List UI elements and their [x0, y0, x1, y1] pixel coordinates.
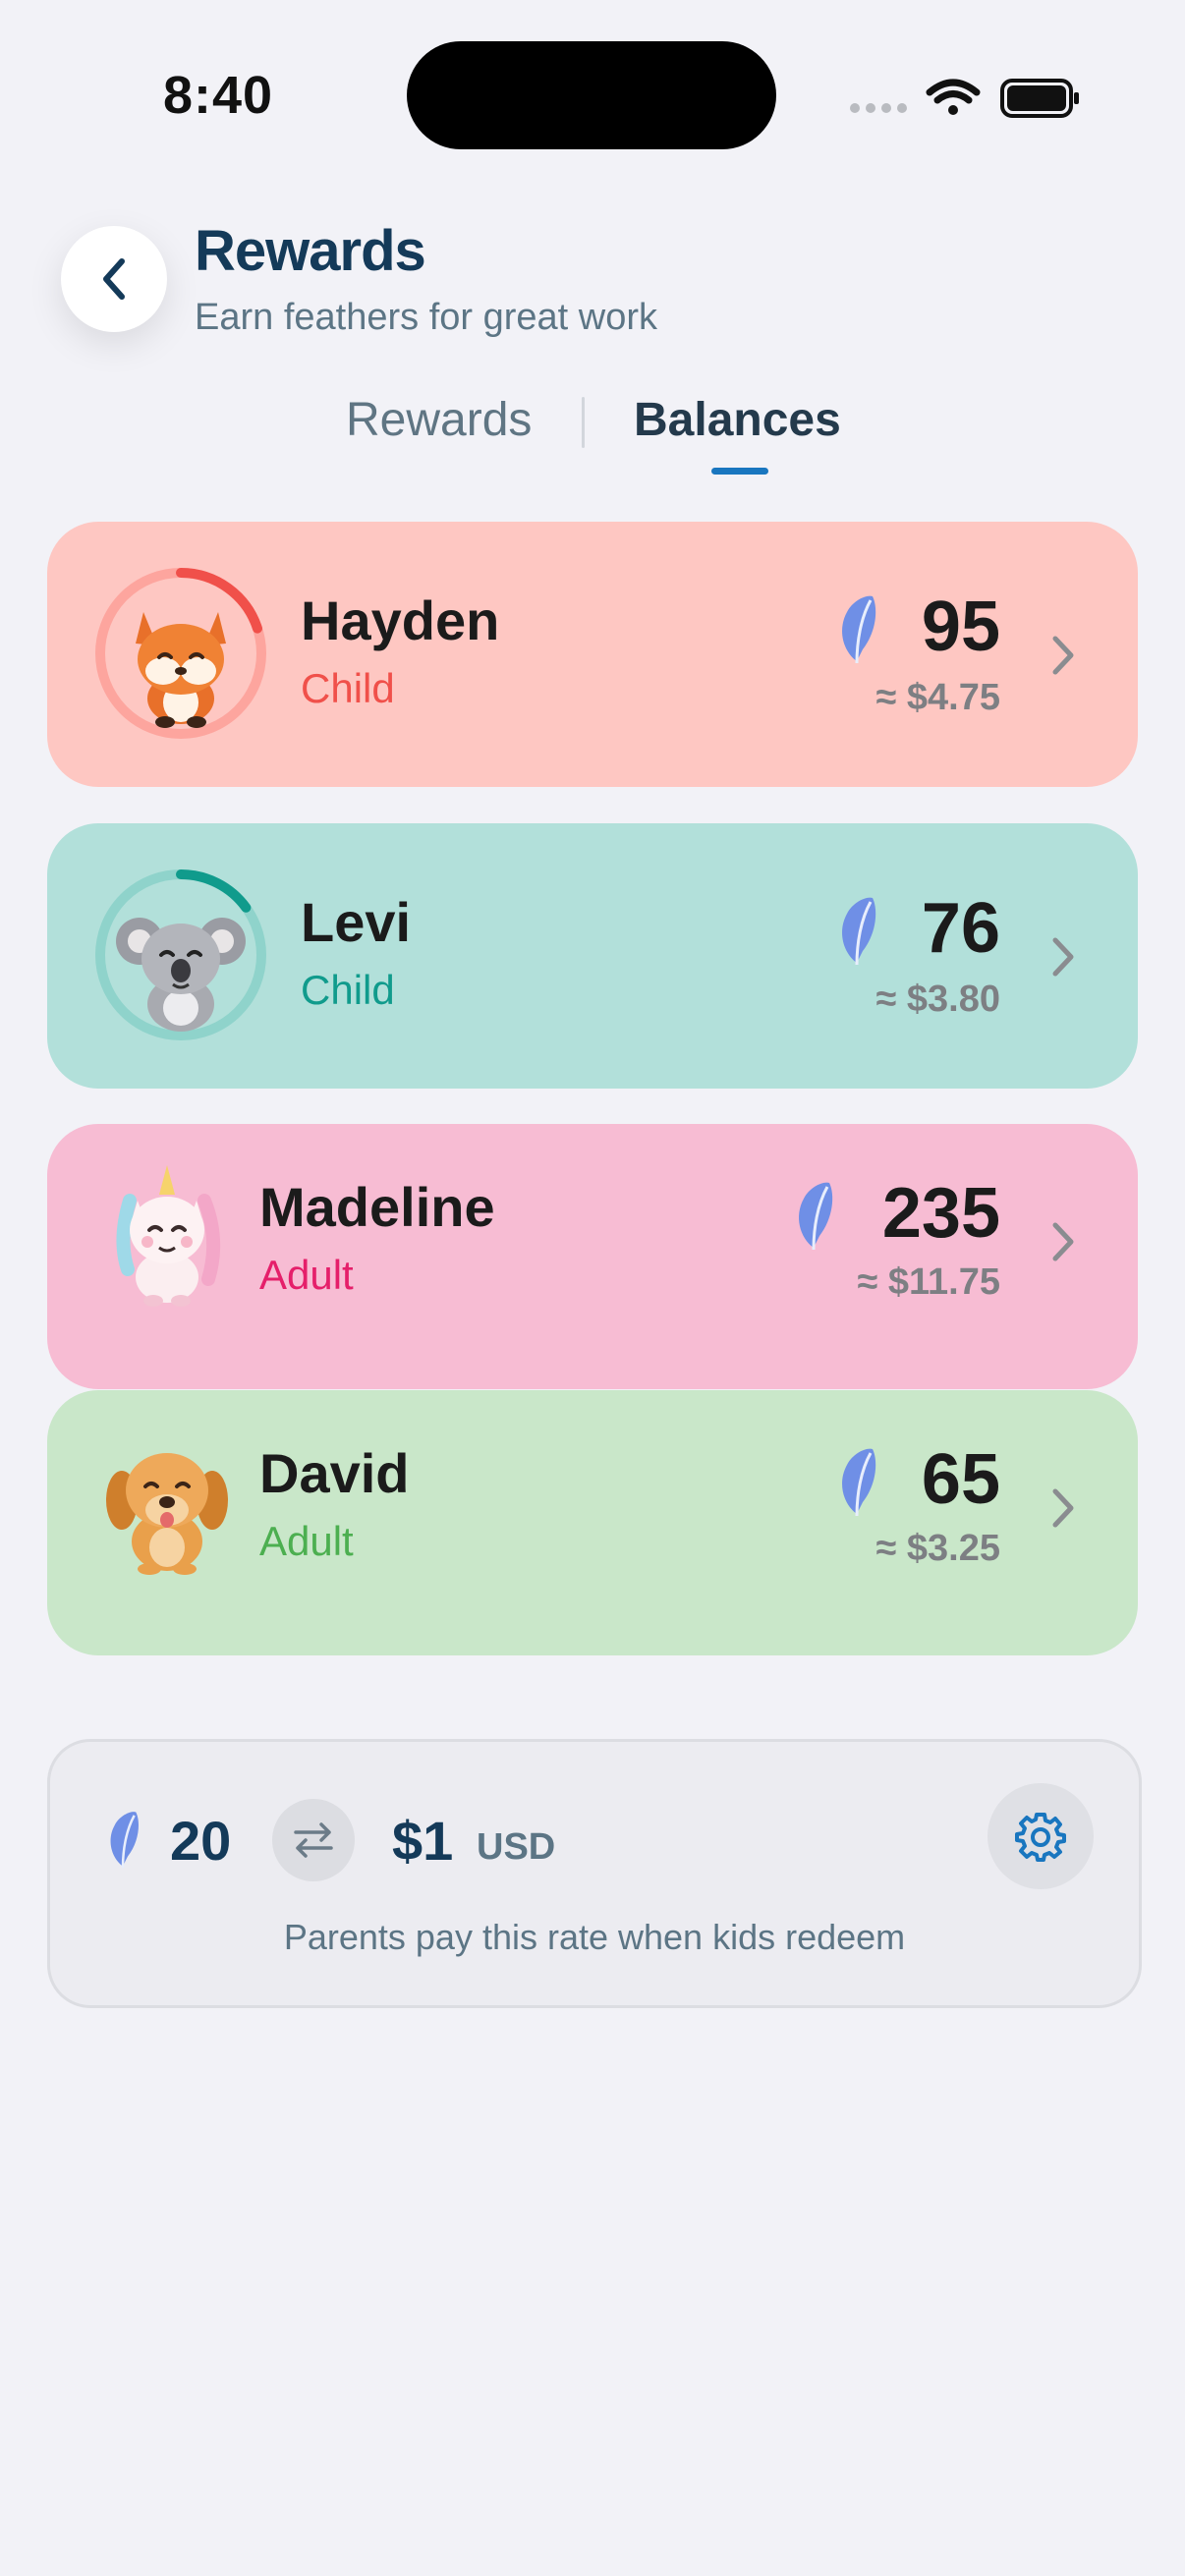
money-equivalent: ≈ $4.75	[875, 677, 1000, 718]
chevron-right-icon	[1052, 1488, 1074, 1528]
koala-avatar	[95, 869, 266, 1040]
money-equivalent: ≈ $3.25	[875, 1528, 1000, 1569]
member-role: Adult	[259, 1252, 354, 1298]
rate-note: Parents pay this rate when kids redeem	[283, 1917, 906, 1957]
feather-icon	[799, 1182, 833, 1251]
points-balance: 235	[881, 1174, 1000, 1253]
points-balance: 65	[921, 1440, 1000, 1519]
conversion-rate-panel: 20 $1 USD Parents pay this rate when kid…	[47, 1739, 1142, 2008]
progress-ring	[176, 869, 252, 913]
member-name: David	[259, 1442, 410, 1504]
koala-icon	[116, 918, 246, 1032]
status-icons	[850, 79, 1079, 118]
feather-icon	[842, 1448, 876, 1517]
swap-button[interactable]	[272, 1799, 355, 1881]
unicorn-icon	[116, 1165, 221, 1307]
member-card-levi[interactable]: Levi Child 76 ≈ $3.80	[47, 823, 1138, 1089]
gear-icon	[1015, 1813, 1066, 1862]
member-card-hayden[interactable]: Hayden Child 95 ≈ $4.75	[47, 522, 1138, 787]
signal-icon	[850, 103, 907, 113]
chevron-right-icon	[1052, 636, 1074, 675]
rate-points: 20	[170, 1810, 232, 1872]
swap-icon	[294, 1822, 333, 1858]
tab-balances[interactable]: Balances	[634, 393, 841, 447]
money-equivalent: ≈ $3.80	[875, 979, 1000, 1020]
tab-divider	[582, 397, 585, 448]
fox-icon	[136, 612, 226, 728]
feather-icon	[842, 897, 876, 966]
feather-icon	[110, 1812, 139, 1869]
rate-money: $1	[392, 1810, 454, 1872]
member-card-madeline[interactable]: Madeline Adult 235 ≈ $11.75	[47, 1124, 1138, 1389]
page-title: Rewards	[195, 219, 426, 283]
member-role: Child	[301, 967, 395, 1013]
points-balance: 76	[921, 889, 1000, 968]
member-name: Madeline	[259, 1176, 495, 1238]
unicorn-avatar	[116, 1165, 221, 1307]
points-balance: 95	[921, 588, 1000, 666]
active-tab-indicator	[711, 468, 768, 475]
tab-rewards[interactable]: Rewards	[346, 393, 532, 447]
chevron-right-icon	[1052, 1222, 1074, 1261]
back-button[interactable]	[61, 226, 167, 332]
member-role: Adult	[259, 1518, 354, 1564]
feather-icon	[842, 595, 876, 664]
fox-avatar	[95, 568, 266, 739]
member-role: Child	[301, 665, 395, 711]
rate-currency: USD	[477, 1826, 556, 1868]
rate-settings-button[interactable]	[988, 1783, 1094, 1889]
member-card-david[interactable]: David Adult 65 ≈ $3.25	[47, 1390, 1138, 1655]
page-subtitle: Earn feathers for great work	[195, 297, 657, 338]
chevron-left-icon	[103, 258, 125, 300]
battery-icon	[1000, 79, 1079, 118]
dynamic-island	[407, 41, 776, 149]
member-name: Hayden	[301, 589, 500, 651]
member-name: Levi	[301, 891, 412, 953]
puppy-icon	[106, 1453, 228, 1575]
puppy-avatar	[106, 1453, 228, 1575]
chevron-right-icon	[1052, 937, 1074, 977]
status-time: 8:40	[163, 66, 274, 125]
rewards-balances-screen: 8:40 Rewards Earn feathers for great wor…	[0, 0, 1185, 2576]
wifi-icon	[926, 79, 981, 115]
money-equivalent: ≈ $11.75	[857, 1261, 1000, 1303]
